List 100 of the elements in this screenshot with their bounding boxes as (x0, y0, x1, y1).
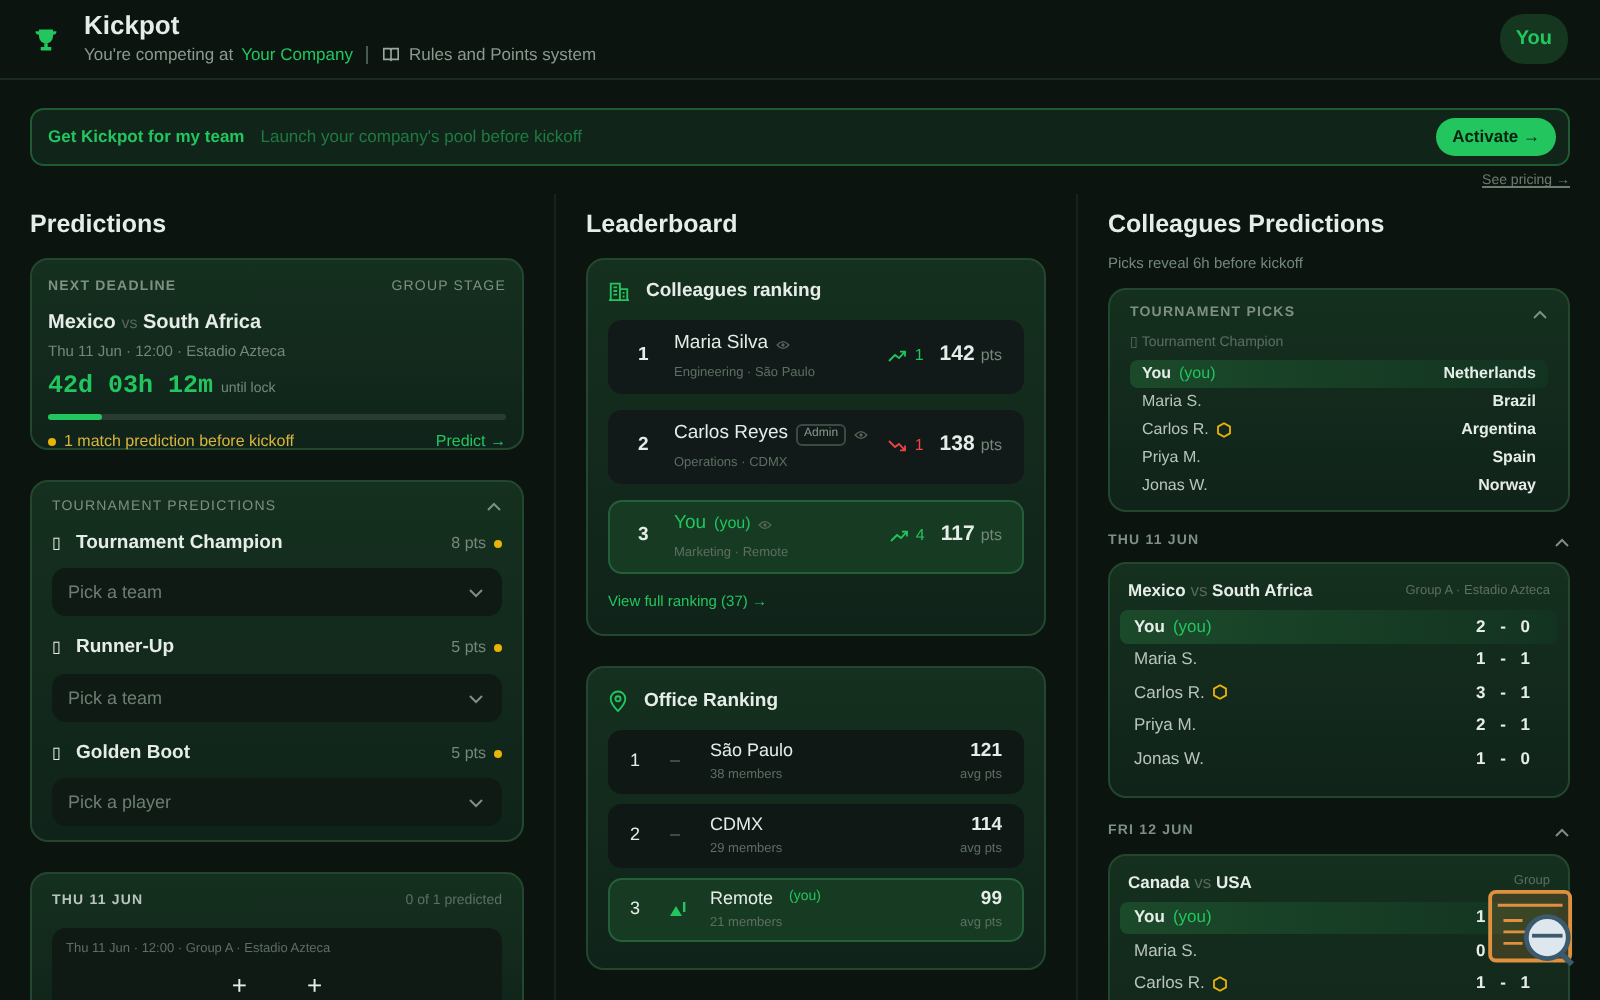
rank-number: 2 (638, 432, 651, 461)
person-name: Priya M. (1134, 712, 1197, 739)
rank-number: 3 (630, 896, 643, 922)
person-name: Carlos R. (1134, 679, 1205, 706)
pick-value: Brazil (1492, 389, 1536, 414)
prediction-label: Tournament Champion (76, 530, 283, 558)
person-name: Maria S. (1134, 646, 1198, 673)
prediction-label: Golden Boot (76, 739, 190, 767)
chevron-up-icon[interactable] (1554, 537, 1570, 547)
person-name: Jonas W. (1134, 745, 1204, 772)
chevron-down-icon (468, 693, 484, 703)
you-label: (you) (1172, 613, 1212, 640)
office-name: Remote (710, 885, 774, 912)
section-heading: Predictions (30, 209, 169, 239)
pick-select[interactable]: Pick a team (52, 673, 502, 721)
section-heading: Leaderboard (586, 209, 740, 239)
chevron-up-icon[interactable] (1532, 309, 1548, 319)
pick-select[interactable]: Pick a player (52, 777, 502, 826)
trend-up-icon (889, 530, 908, 543)
trophy-icon (32, 25, 60, 53)
glyph-text: ▯ (52, 636, 60, 661)
score-text: 1 - 0 (1476, 745, 1533, 772)
subtitle-text: You're competing at (84, 41, 234, 68)
person-name: Carlos Reyes (674, 420, 789, 449)
banner-title: Get Kickpot for my team (48, 124, 245, 150)
points-value: 114 (969, 811, 1002, 840)
points-unit: pts (980, 344, 1002, 369)
you-label: (you) (714, 512, 751, 537)
person-name: Maria S. (1142, 389, 1202, 414)
trend-up-icon (888, 350, 907, 363)
eye-icon (776, 339, 790, 350)
hexagon-icon (1212, 684, 1229, 701)
company-link[interactable]: Your Company (241, 41, 353, 68)
person-name: Maria Silva (674, 330, 768, 359)
prediction-label: Runner-Up (76, 634, 175, 663)
rank-change: 1 (914, 344, 924, 369)
points-unit: pts (980, 524, 1002, 549)
points-text: 5 pts (451, 636, 486, 661)
pick-value: Norway (1478, 473, 1536, 498)
increment-button[interactable]: + (307, 971, 323, 998)
score-text: 0 (1476, 937, 1488, 964)
hexagon-icon (1216, 421, 1233, 438)
score-text: 2 - 0 (1476, 613, 1533, 640)
chevron-down-icon (468, 588, 484, 599)
eye-icon (758, 519, 773, 530)
dash-icon (670, 833, 680, 838)
hexagon-icon (1212, 975, 1229, 992)
points-unit: pts (980, 434, 1002, 459)
person-name: You (1142, 361, 1172, 386)
score-text: 1 (1476, 904, 1488, 931)
pick-value: Netherlands (1443, 361, 1536, 386)
person-name: Priya M. (1142, 445, 1201, 470)
card-title: Colleagues ranking (646, 277, 822, 305)
points-value: 121 (968, 737, 1002, 766)
person-name: Maria S. (1134, 937, 1198, 964)
eye-icon (854, 429, 869, 440)
banner-text: Launch your company's pool before kickoff (260, 124, 582, 150)
increment-button[interactable]: + (231, 971, 247, 998)
office-name: São Paulo (710, 737, 794, 764)
points-value: 99 (978, 885, 1002, 914)
rank-number: 1 (638, 342, 651, 371)
points-value: 117 (940, 520, 975, 551)
activate-button[interactable]: Activate → (1436, 118, 1556, 156)
points-text: 5 pts (451, 741, 486, 766)
trend-down-icon (888, 440, 907, 453)
pick-select[interactable]: Pick a team (52, 568, 502, 617)
status-dot-icon (48, 438, 56, 446)
rank-number: 2 (630, 822, 643, 848)
person-name: Carlos R. (1134, 970, 1205, 997)
score-text: 2 - 1 (1476, 712, 1533, 739)
rank-number: 3 (638, 522, 651, 551)
countdown-timer: 42d 03h 12m (48, 370, 214, 405)
you-label: (you) (1179, 361, 1216, 386)
points-value: 142 (939, 340, 975, 371)
rules-link[interactable]: Rules and Points system (408, 41, 597, 68)
chevron-up-icon[interactable] (1554, 828, 1570, 838)
map-pin-icon (608, 690, 628, 713)
dash-icon (670, 759, 680, 764)
score-text: 3 - 1 (1476, 679, 1533, 706)
rank-number: 1 (630, 748, 643, 774)
book-icon (382, 46, 401, 63)
chevron-down-icon (468, 797, 484, 808)
pick-value: Argentina (1461, 417, 1536, 442)
chevron-up-icon[interactable] (486, 502, 502, 513)
score-text: 1 - 1 (1476, 646, 1533, 673)
points-text: 8 pts (451, 532, 486, 557)
person-name: Jonas W. (1142, 473, 1208, 498)
card-title: Office Ranking (644, 687, 779, 715)
match-title: Mexico vs South Africa (1128, 578, 1313, 604)
building-icon (608, 280, 630, 303)
rank-change: 1 (914, 434, 924, 459)
glyph-text: ▯ (52, 532, 60, 557)
points-value: 138 (939, 430, 975, 461)
predict-link[interactable]: Predict → (435, 430, 506, 454)
glyph-text: ▯ (52, 741, 60, 766)
avatar-button[interactable]: You (1499, 14, 1568, 64)
rank-change: 4 (915, 524, 925, 549)
section-heading: Colleagues Predictions (1108, 209, 1387, 239)
person-name: You (1134, 904, 1165, 931)
person-name: You (674, 510, 707, 539)
